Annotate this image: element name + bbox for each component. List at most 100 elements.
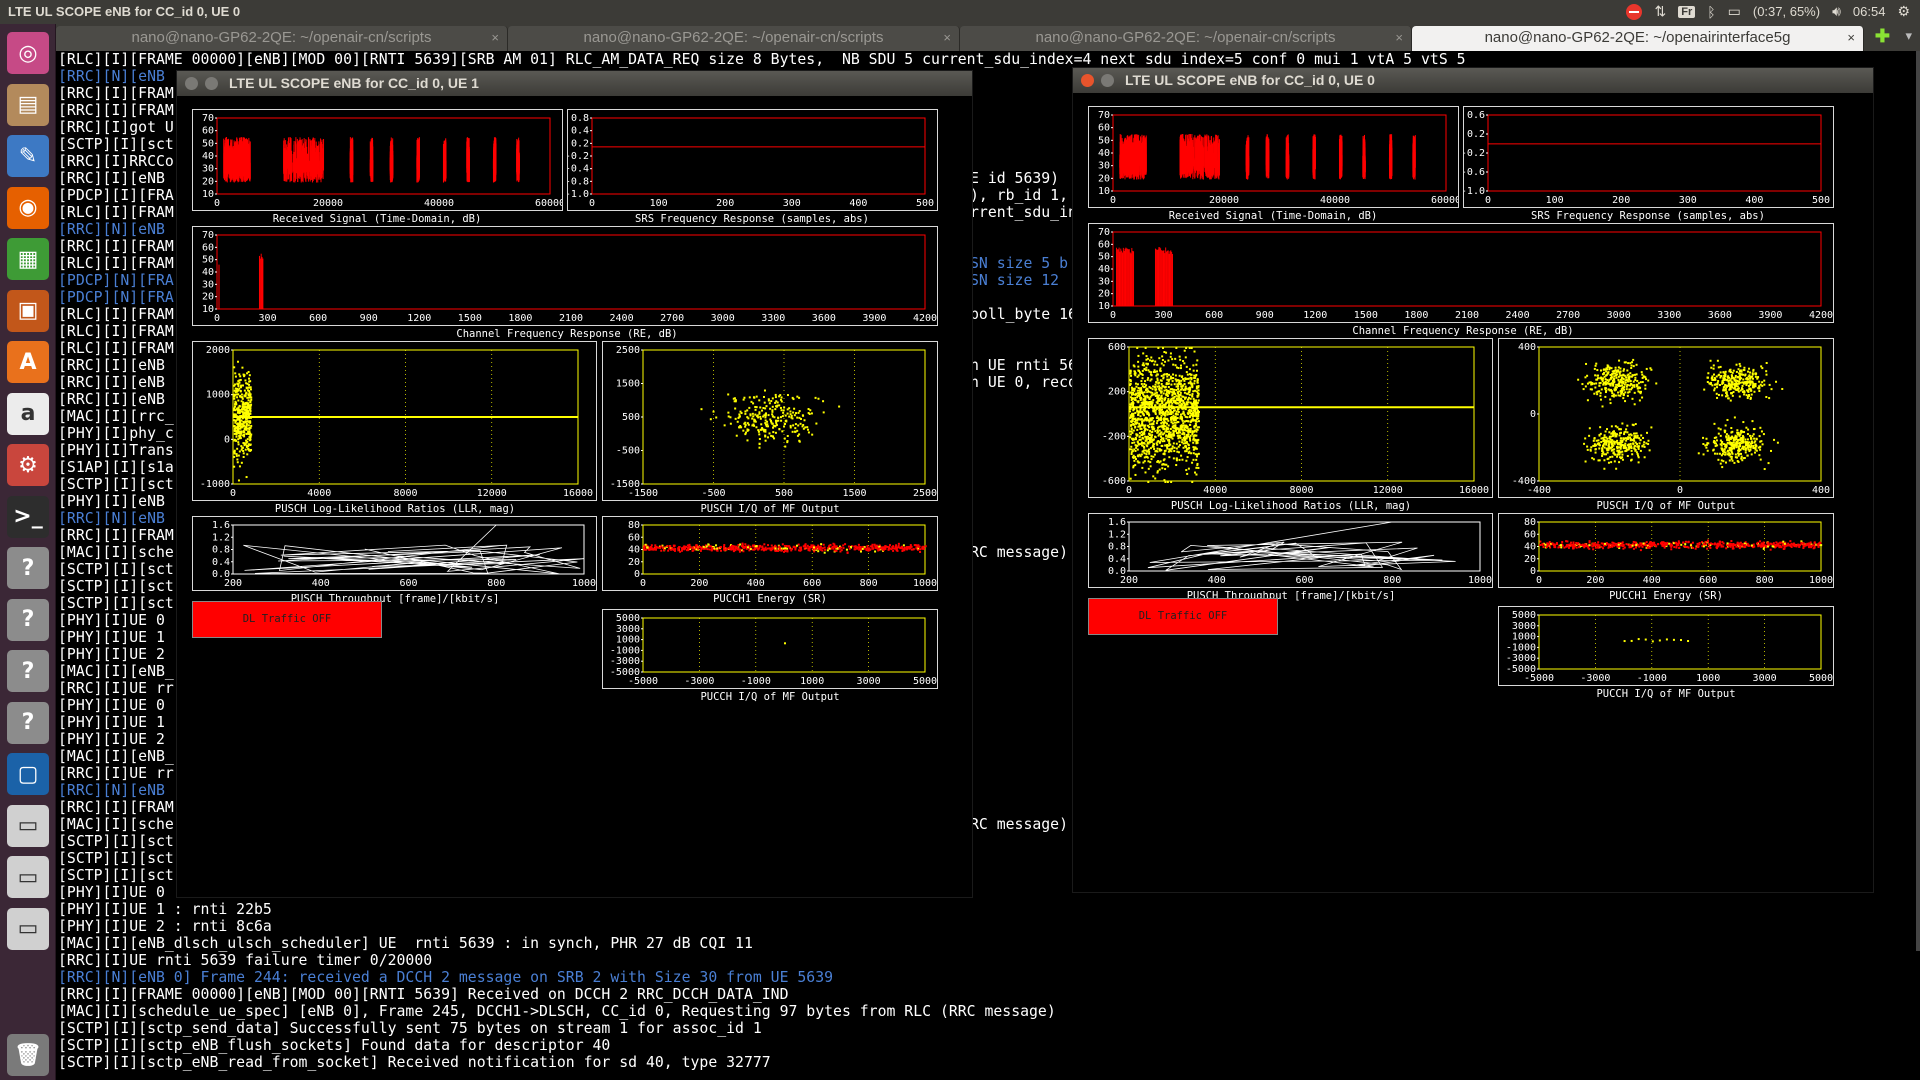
energy-point: [846, 551, 849, 554]
iq-point: [784, 445, 787, 448]
llr-point: [1185, 469, 1188, 472]
launcher-drive-icon[interactable]: ▭: [7, 907, 49, 950]
launcher-unknown-app-icon[interactable]: ?: [7, 547, 49, 589]
llr-point: [1178, 440, 1181, 443]
iq-point: [753, 418, 756, 421]
plot-frame: [1112, 231, 1822, 307]
iq-point: [1729, 399, 1732, 402]
y-tick-label: -1.0: [1464, 186, 1485, 197]
launcher-firefox-icon[interactable]: ◉: [7, 186, 49, 229]
close-icon[interactable]: [185, 77, 198, 90]
x-tick-label: 300: [1679, 195, 1697, 206]
llr-point: [1197, 399, 1200, 402]
llr-point: [1133, 408, 1136, 411]
battery-icon[interactable]: ▭: [1728, 3, 1741, 20]
launcher-text-editor-icon[interactable]: ✎: [7, 135, 49, 177]
launcher-system-settings-icon[interactable]: ⚙: [7, 444, 49, 486]
launcher-drive-icon[interactable]: ▭: [7, 804, 49, 847]
x-tick-label: -1500: [628, 488, 658, 499]
llr-point: [1156, 363, 1159, 366]
close-icon[interactable]: ×: [1847, 26, 1855, 50]
battery-status[interactable]: (0:37, 65%): [1753, 4, 1820, 19]
close-icon[interactable]: ×: [491, 26, 499, 50]
llr-point: [1142, 450, 1145, 453]
launcher-calc-icon[interactable]: ▦: [7, 238, 49, 280]
close-icon[interactable]: ×: [1395, 26, 1403, 50]
launcher-terminal-icon[interactable]: >_: [7, 495, 49, 538]
bluetooth-icon[interactable]: ᛒ: [1707, 4, 1715, 20]
llr-point: [1162, 403, 1165, 406]
llr-point: [1159, 417, 1162, 420]
launcher-impress-icon[interactable]: ▣: [7, 289, 49, 332]
llr-point: [1173, 407, 1176, 410]
gear-icon[interactable]: ⚙: [1897, 3, 1910, 20]
window-titlebar[interactable]: LTE UL SCOPE eNB for CC_id 0, UE 0: [1073, 68, 1873, 93]
launcher-unknown-app-icon[interactable]: ?: [7, 701, 49, 744]
llr-point: [248, 420, 251, 423]
minimize-icon[interactable]: [205, 77, 218, 90]
llr-point: [1143, 391, 1146, 394]
close-icon[interactable]: [1081, 74, 1094, 87]
launcher: ◎ ▤ ✎ ◉ ▦ ▣ Aa ⚙ >_???? ▢ ▭ ▭ ▭ 🗑︎: [0, 24, 56, 1080]
terminal-tab-4[interactable]: nano@nano-GP62-2QE: ~/openairinterface5g…: [1412, 26, 1864, 51]
llr-point: [1136, 383, 1139, 386]
terminal-tab-3[interactable]: nano@nano-GP62-2QE: ~/openair-cn/scripts…: [960, 26, 1412, 51]
plot-caption: Received Signal (Time-Domain, dB): [1168, 210, 1378, 222]
iq-point: [774, 425, 777, 428]
llr-point: [1148, 397, 1151, 400]
launcher-drive-icon[interactable]: ▭: [7, 856, 49, 898]
terminal-scrollbar[interactable]: [1916, 51, 1920, 951]
iq-point: [744, 412, 747, 415]
llr-point: [244, 414, 247, 417]
terminal-line: [RRC][N][eNB: [58, 221, 165, 238]
llr-point: [1143, 414, 1146, 417]
scope-window-ue0[interactable]: LTE UL SCOPE eNB for CC_id 0, UE 0 70 60 50…: [1072, 67, 1874, 893]
llr-point: [245, 476, 248, 479]
chevron-down-icon[interactable]: ▾: [1905, 28, 1912, 44]
llr-point: [1195, 363, 1198, 366]
launcher-ubuntu-dash-icon[interactable]: ◎: [7, 32, 49, 74]
network-arrows-icon[interactable]: ⇅: [1654, 3, 1666, 20]
launcher-amazon-icon[interactable]: a: [7, 392, 49, 435]
y-tick-label: 200: [1108, 387, 1126, 398]
launcher-trash-icon[interactable]: 🗑︎: [7, 1034, 49, 1076]
no-entry-icon[interactable]: [1626, 3, 1643, 20]
energy-point: [794, 546, 797, 549]
window-titlebar[interactable]: LTE UL SCOPE eNB for CC_id 0, UE 1: [177, 71, 972, 96]
keyboard-layout-indicator[interactable]: Fr: [1678, 5, 1696, 18]
received-signal-trace: [223, 137, 520, 183]
launcher-file-manager-icon[interactable]: ▤: [7, 83, 49, 126]
energy-point: [738, 548, 741, 551]
llr-point: [233, 425, 236, 428]
terminal-tab-2[interactable]: nano@nano-GP62-2QE: ~/openair-cn/scripts…: [508, 26, 960, 51]
y-tick-label: 40: [202, 151, 214, 162]
clock[interactable]: 06:54: [1853, 4, 1886, 19]
llr-point: [1132, 404, 1135, 407]
energy-point: [850, 546, 853, 549]
terminal-line: [MAC][I][eNB_: [58, 663, 174, 680]
volume-icon[interactable]: 🔊︎: [1832, 3, 1841, 20]
iq-point: [789, 410, 792, 413]
launcher-virtualbox-icon[interactable]: ▢: [7, 753, 49, 795]
energy-point: [658, 546, 661, 549]
llr-point: [1135, 446, 1138, 449]
minimize-icon[interactable]: [1101, 74, 1114, 87]
dl-traffic-toggle-button[interactable]: DL Traffic OFF: [192, 601, 382, 638]
energy-point: [901, 549, 904, 552]
terminal-line: [RLC][I][FRAM: [58, 204, 174, 221]
llr-point: [241, 408, 244, 411]
terminal-tab-1[interactable]: nano@nano-GP62-2QE: ~/openair-cn/scripts…: [56, 26, 508, 51]
close-icon[interactable]: ×: [943, 26, 951, 50]
scope-window-ue1[interactable]: LTE UL SCOPE eNB for CC_id 0, UE 1 70 60 50…: [176, 70, 973, 898]
llr-point: [1148, 386, 1151, 389]
launcher-unknown-app-icon[interactable]: ?: [7, 650, 49, 692]
energy-point: [832, 547, 835, 550]
llr-point: [1166, 447, 1169, 450]
new-tab-plus-icon[interactable]: ✚: [1875, 26, 1890, 47]
llr-point: [1175, 389, 1178, 392]
y-tick-label: 70: [1098, 110, 1110, 121]
llr-point: [1138, 461, 1141, 464]
launcher-unknown-app-icon[interactable]: ?: [7, 598, 49, 641]
terminal-line: [RRC][I]RRCCo: [58, 153, 174, 170]
launcher-software-center-icon[interactable]: A: [7, 341, 49, 383]
